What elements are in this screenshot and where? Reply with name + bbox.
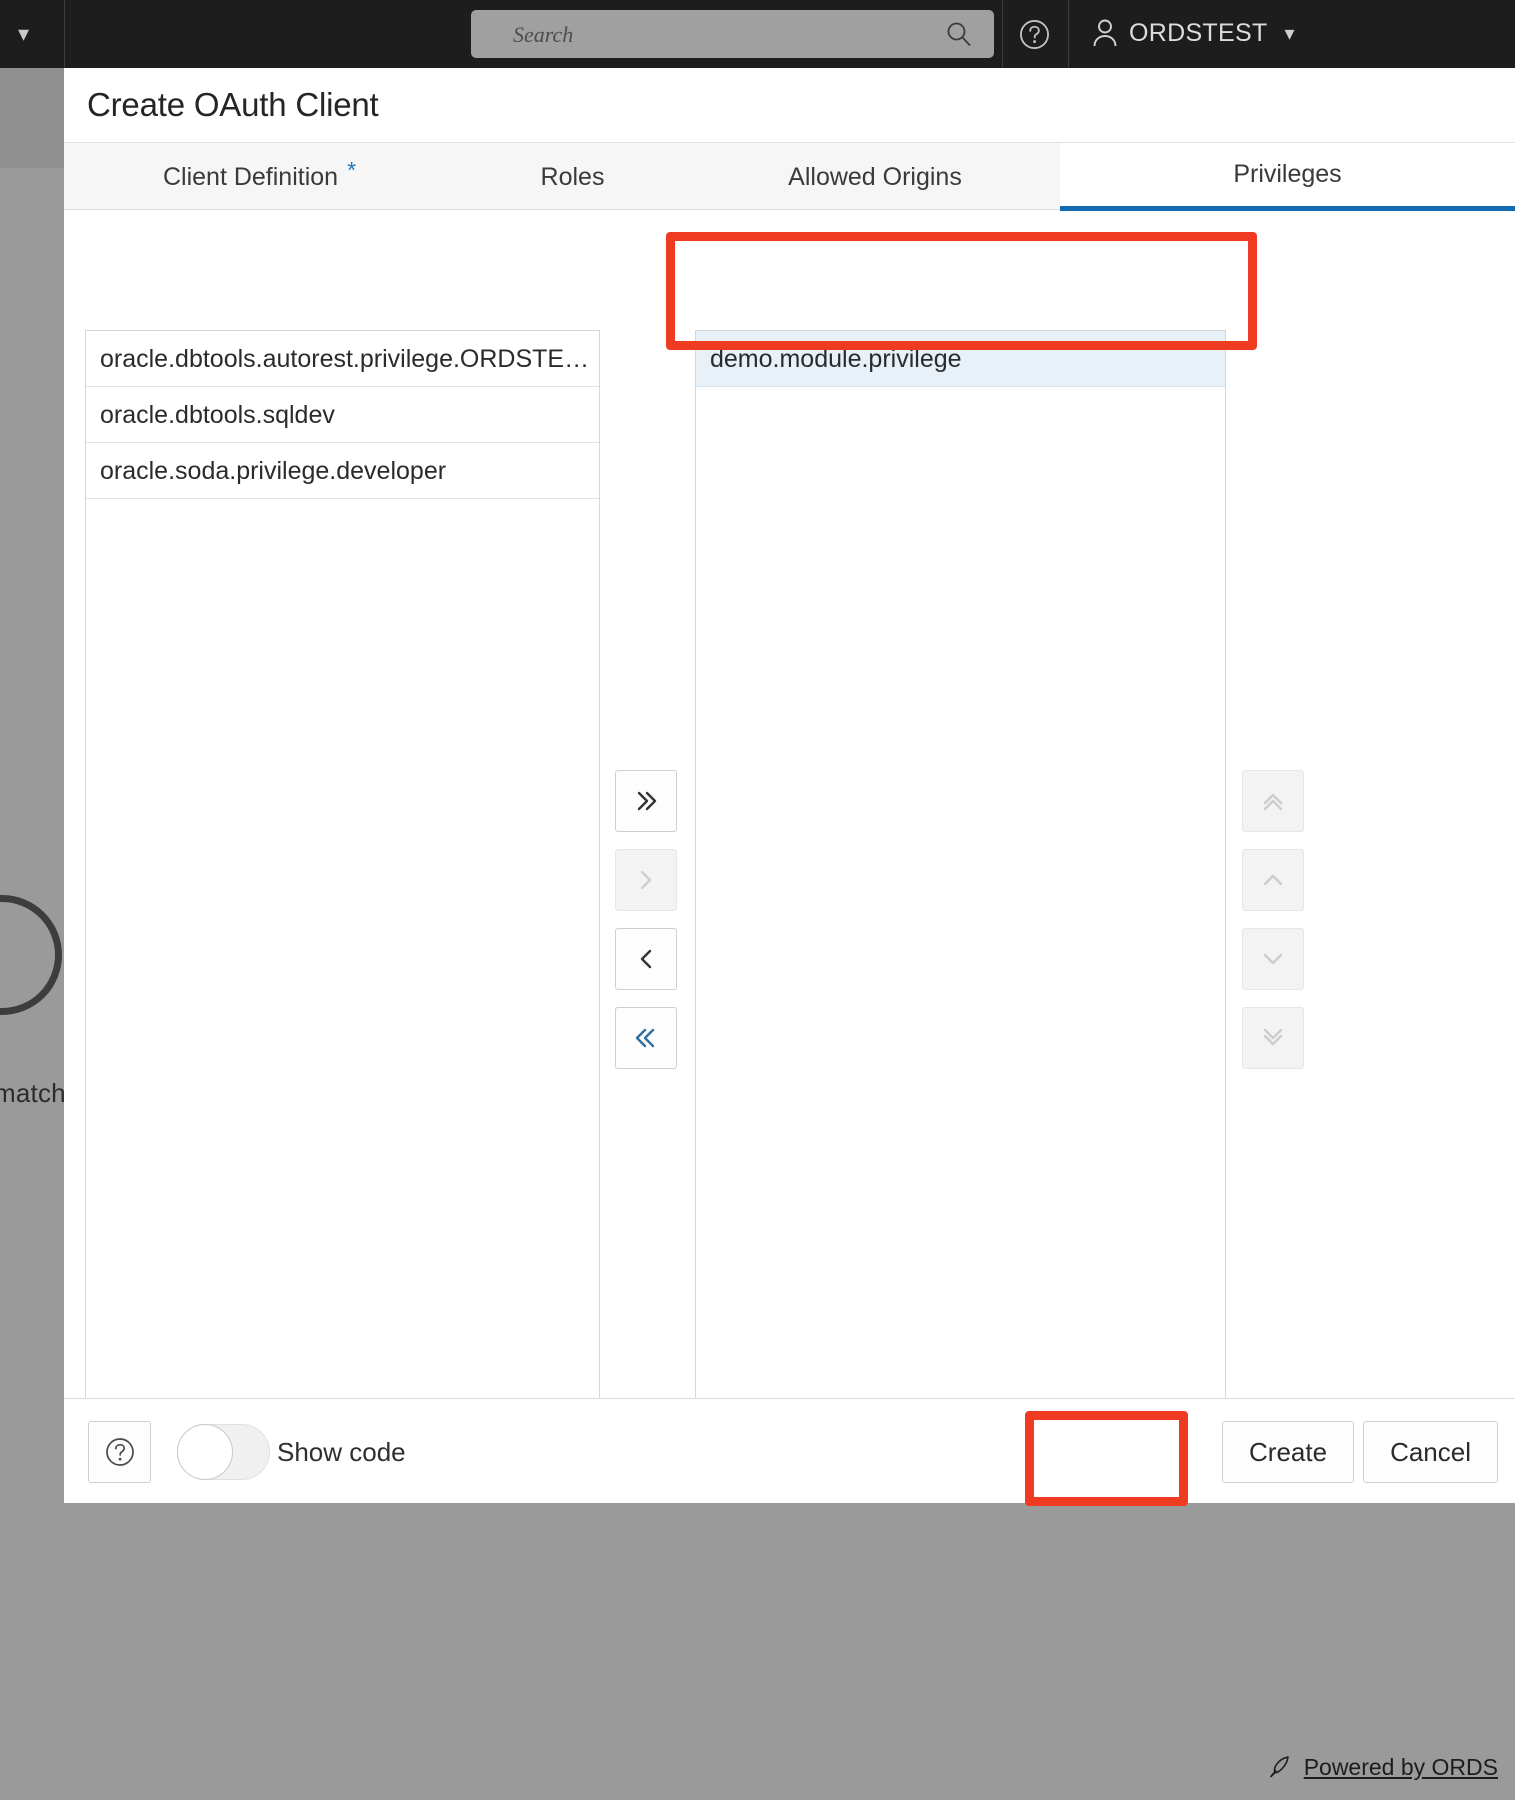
move-right-button[interactable] <box>615 849 677 911</box>
show-code-toggle[interactable] <box>177 1424 270 1480</box>
topbar-divider-user <box>1068 0 1069 68</box>
double-chevron-right-icon <box>637 791 657 811</box>
double-chevron-down-icon <box>1263 1028 1283 1046</box>
tab-client-definition[interactable]: Client Definition * <box>64 143 455 211</box>
background-sidebar <box>0 0 64 1735</box>
chevron-left-icon <box>640 949 652 969</box>
dialog-actions: Create Cancel <box>1222 1421 1498 1483</box>
search-input[interactable]: Search <box>471 10 994 58</box>
move-up-button[interactable] <box>1242 849 1304 911</box>
chevron-down-icon <box>1263 953 1283 965</box>
rocket-icon <box>1269 1756 1289 1778</box>
list-item[interactable]: oracle.soda.privilege.developer <box>86 443 599 499</box>
background-sidebar-panel <box>0 68 64 168</box>
create-button[interactable]: Create <box>1222 1421 1355 1483</box>
tab-bar: Client Definition * Roles Allowed Origin… <box>64 142 1515 211</box>
user-name-label: ORDSTEST <box>1129 18 1268 47</box>
top-app-bar: ▾ Search ORDSTEST ▾ <box>0 0 1515 68</box>
list-item[interactable]: oracle.dbtools.autorest.privilege.ORDSTE… <box>86 331 599 387</box>
create-oauth-client-dialog: Create OAuth Client Client Definition * … <box>64 68 1515 1503</box>
list-item[interactable]: demo.module.privilege <box>696 331 1225 387</box>
move-to-bottom-button[interactable] <box>1242 1007 1304 1069</box>
help-button[interactable] <box>88 1421 151 1483</box>
tab-roles[interactable]: Roles <box>455 143 690 211</box>
chevron-right-icon <box>640 870 652 890</box>
tab-allowed-origins[interactable]: Allowed Origins <box>690 143 1060 211</box>
double-chevron-left-icon <box>635 1028 655 1048</box>
chevron-down-icon[interactable]: ▾ <box>18 23 29 45</box>
search-placeholder: Search <box>513 22 574 47</box>
required-asterisk: * <box>347 157 357 183</box>
tab-label: Client Definition <box>162 162 339 191</box>
user-menu[interactable]: ORDSTEST ▾ <box>1092 18 1295 48</box>
available-privileges-list[interactable]: oracle.dbtools.autorest.privilege.ORDSTE… <box>85 330 600 1448</box>
chevron-down-icon[interactable]: ▾ <box>1285 21 1295 46</box>
cancel-button[interactable]: Cancel <box>1363 1421 1498 1483</box>
help-circle-icon[interactable] <box>1019 19 1050 50</box>
powered-by-ords[interactable]: Powered by ORDS <box>1266 1753 1498 1781</box>
tab-label: Roles <box>540 162 605 191</box>
dialog-footer: Show code Create Cancel <box>64 1398 1515 1503</box>
tab-label: Allowed Origins <box>788 162 962 191</box>
selected-privileges-list[interactable]: demo.module.privilege <box>695 330 1226 1448</box>
dialog-title: Create OAuth Client <box>87 86 379 123</box>
reorder-button-group <box>1242 770 1304 1069</box>
move-down-button[interactable] <box>1242 928 1304 990</box>
show-code-label: Show code <box>277 1437 406 1467</box>
search-icon[interactable] <box>946 21 972 47</box>
list-item[interactable]: oracle.dbtools.sqldev <box>86 387 599 443</box>
topbar-divider-left <box>64 0 65 68</box>
move-to-top-button[interactable] <box>1242 770 1304 832</box>
transfer-button-group <box>615 770 677 1069</box>
help-circle-icon <box>105 1438 134 1466</box>
privileges-shuttle: oracle.dbtools.autorest.privilege.ORDSTE… <box>64 210 1515 1448</box>
user-icon <box>1093 19 1117 47</box>
topbar-divider-help <box>1002 0 1003 68</box>
chevron-up-icon <box>1263 874 1283 886</box>
background-partial-text: match <box>0 1078 66 1108</box>
toggle-knob <box>177 1424 233 1480</box>
move-all-right-button[interactable] <box>615 770 677 832</box>
tab-label: Privileges <box>1233 160 1342 188</box>
move-all-left-button[interactable] <box>615 1007 677 1069</box>
move-left-button[interactable] <box>615 928 677 990</box>
double-chevron-up-icon <box>1263 793 1283 811</box>
tab-privileges[interactable]: Privileges <box>1060 143 1515 211</box>
powered-by-label[interactable]: Powered by ORDS <box>1304 1754 1498 1781</box>
